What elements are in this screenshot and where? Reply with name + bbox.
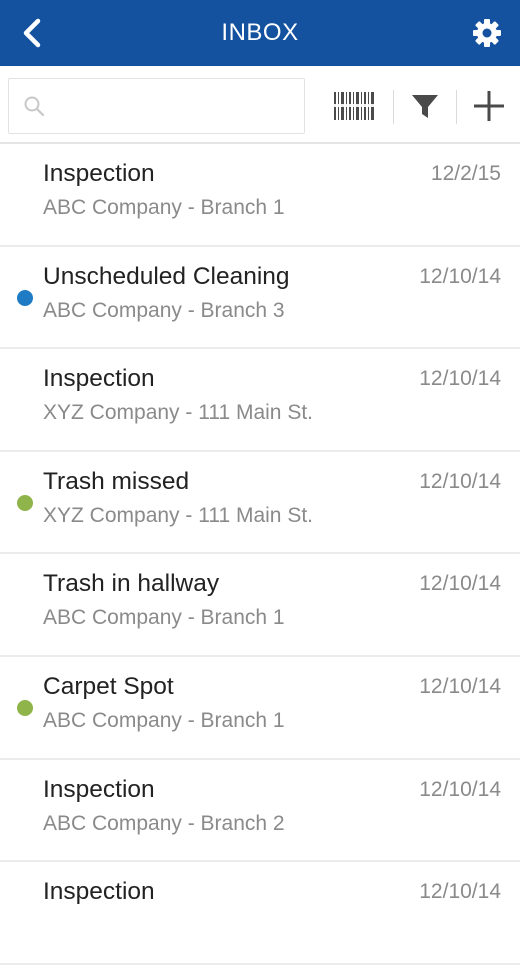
list-item[interactable]: Inspection ABC Company - Branch 1 12/2/1… [0, 144, 520, 247]
list-item[interactable]: Trash missed XYZ Company - 111 Main St. … [0, 451, 520, 555]
item-date: 12/10/14 [419, 880, 501, 904]
filter-button[interactable] [405, 78, 445, 134]
item-date: 12/10/14 [419, 367, 501, 391]
item-title: Inspection [43, 365, 155, 393]
barcode-scan-button[interactable] [330, 78, 378, 134]
list-item[interactable]: Inspection 12/10/14 [0, 862, 520, 965]
list-item[interactable]: Carpet Spot ABC Company - Branch 1 12/10… [0, 656, 520, 760]
status-dot [17, 289, 33, 306]
item-title: Unscheduled Cleaning [43, 262, 290, 290]
search-icon [24, 96, 45, 117]
status-dot [17, 699, 33, 716]
list-item[interactable]: Inspection ABC Company - Branch 2 12/10/… [0, 759, 520, 863]
item-subtitle: XYZ Company - 111 Main St. [43, 401, 313, 425]
item-title: Carpet Spot [43, 672, 174, 700]
list-item[interactable]: Trash in hallway ABC Company - Branch 1 … [0, 554, 520, 657]
item-title: Inspection [43, 160, 155, 187]
item-date: 12/10/14 [419, 264, 501, 288]
plus-icon [474, 91, 504, 121]
status-dot [17, 494, 33, 511]
item-subtitle: ABC Company - Branch 3 [43, 298, 285, 322]
item-subtitle: ABC Company - Branch 1 [43, 606, 285, 630]
item-subtitle: ABC Company - Branch 1 [43, 196, 285, 219]
item-subtitle: ABC Company - Branch 2 [43, 811, 285, 835]
item-title: Inspection [43, 775, 155, 803]
add-button[interactable] [466, 78, 512, 134]
item-date: 12/2/15 [430, 162, 501, 185]
search-input[interactable] [53, 87, 297, 127]
app-bar: INBOX [0, 0, 520, 66]
filter-icon [412, 95, 438, 118]
item-date: 12/10/14 [419, 674, 501, 698]
toolbar-divider [393, 90, 394, 124]
page-title: INBOX [221, 19, 299, 46]
gear-icon [473, 19, 501, 47]
item-title: Trash missed [43, 467, 190, 495]
inbox-list: Inspection ABC Company - Branch 1 12/2/1… [0, 144, 520, 965]
item-subtitle: ABC Company - Branch 1 [43, 708, 285, 732]
list-item[interactable]: Unscheduled Cleaning ABC Company - Branc… [0, 246, 520, 350]
barcode-icon [332, 92, 376, 120]
item-date: 12/10/14 [419, 469, 501, 493]
item-title: Trash in hallway [43, 570, 220, 598]
toolbar [0, 66, 520, 144]
item-subtitle: XYZ Company - 111 Main St. [43, 503, 313, 527]
item-date: 12/10/14 [419, 572, 501, 596]
list-item[interactable]: Inspection XYZ Company - 111 Main St. 12… [0, 349, 520, 452]
item-title: Inspection [43, 878, 155, 906]
settings-button[interactable] [464, 10, 510, 56]
item-date: 12/10/14 [419, 777, 501, 801]
search-box[interactable] [8, 78, 305, 134]
toolbar-divider [456, 90, 457, 124]
